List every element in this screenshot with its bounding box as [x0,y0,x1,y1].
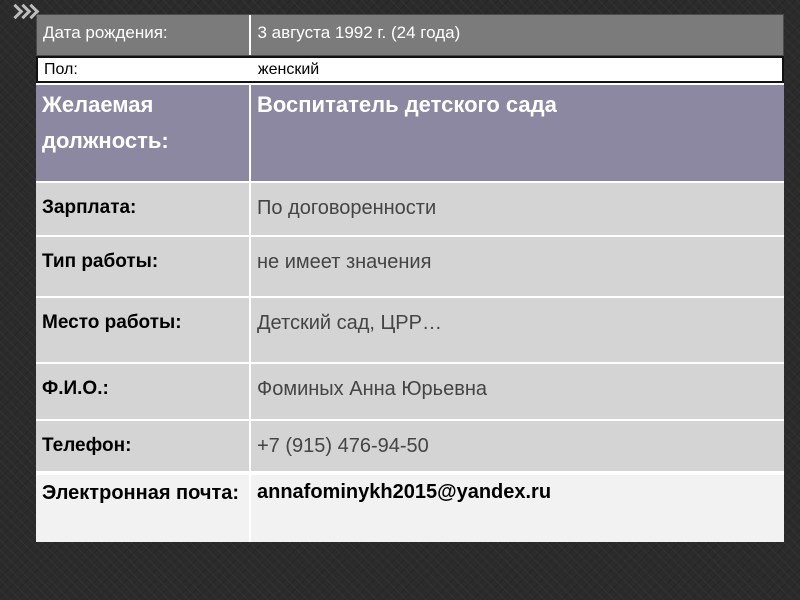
phone-value: +7 (915) 476-94-50 [249,421,784,471]
row-desired-position: Желаемая должность: Воспитатель детского… [36,83,784,182]
row-workplace: Место работы: Детский сад, ЦРР… [36,296,784,362]
sex-value: женский [249,57,782,82]
email-label: Электронная почта: [42,481,240,504]
workplace-value: Детский сад, ЦРР… [249,298,784,362]
full-name-value: Фоминых Анна Юрьевна [249,363,784,420]
resume-table: Дата рождения: 3 августа 1992 г. (24 год… [36,14,784,542]
row-salary: Зарплата: По договоренности [36,181,784,235]
email-value: annafominykh2015@yandex.ru [249,474,784,542]
row-sex: Пол: женский [36,55,784,84]
row-birth-date: Дата рождения: 3 августа 1992 г. (24 год… [36,14,784,56]
desired-position-label: Желаемая должность: [42,92,169,154]
sex-label: Пол: [44,60,78,78]
full-name-label: Ф.И.О.: [42,377,109,399]
job-type-label: Тип работы: [42,250,159,272]
birth-date-label: Дата рождения: [43,23,168,42]
salary-value: По договоренности [249,183,784,235]
birth-date-value: 3 августа 1992 г. (24 года) [249,15,783,55]
job-type-value: не имеет значения [249,236,784,297]
row-job-type: Тип работы: не имеет значения [36,234,784,297]
row-full-name: Ф.И.О.: Фоминых Анна Юрьевна [36,361,784,420]
row-email: Электронная почта: annafominykh2015@yand… [36,470,784,542]
workplace-label: Место работы: [42,312,182,334]
row-phone: Телефон: +7 (915) 476-94-50 [36,419,784,471]
salary-label: Зарплата: [42,197,137,219]
desired-position-value: Воспитатель детского сада [249,85,784,182]
phone-label: Телефон: [42,435,132,457]
